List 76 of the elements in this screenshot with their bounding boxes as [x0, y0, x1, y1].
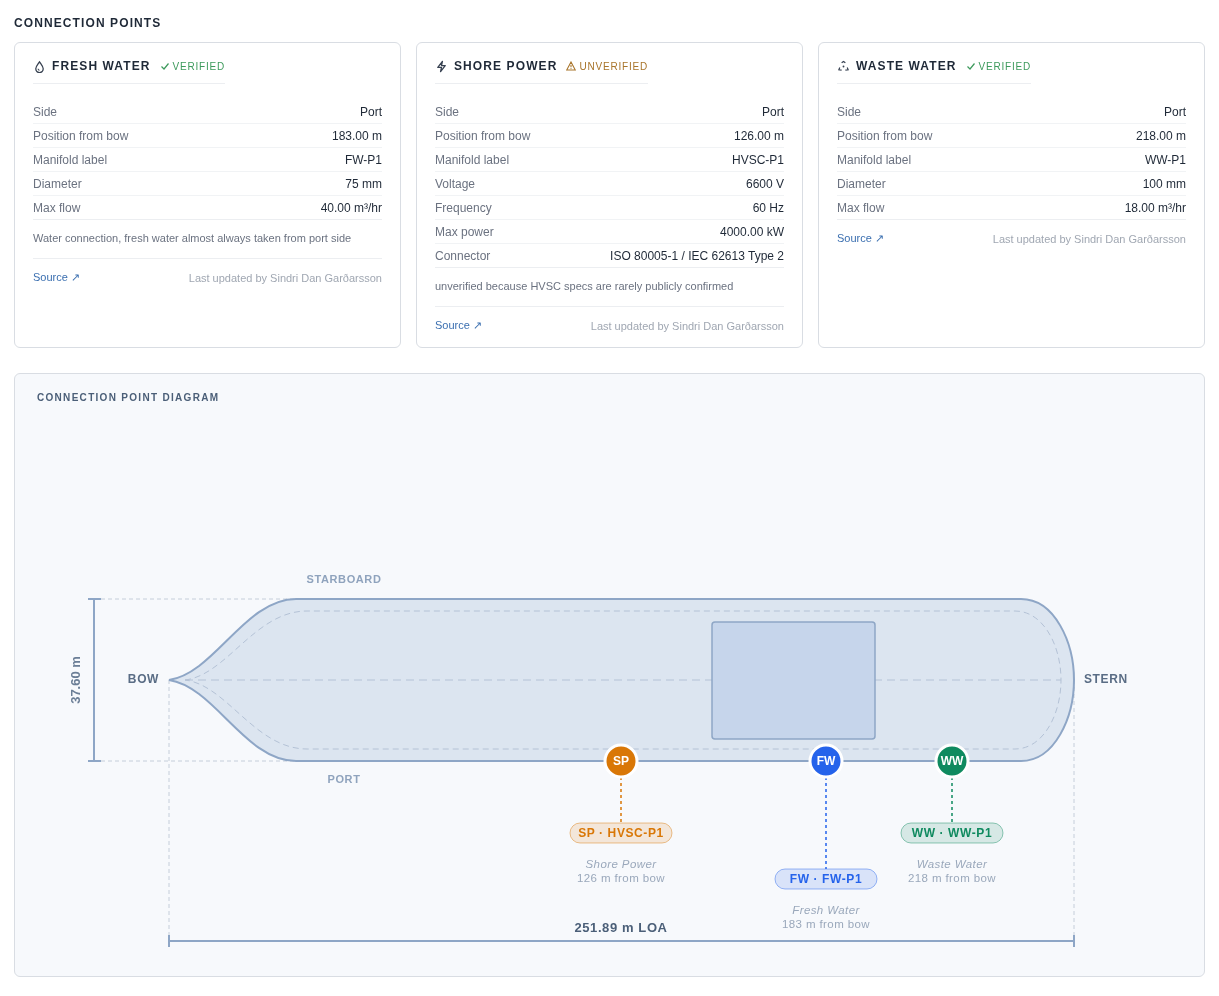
field-label: Position from bow — [837, 128, 933, 143]
check-icon — [159, 61, 170, 71]
field-value: 60 Hz — [752, 200, 784, 215]
leader-line — [951, 776, 953, 824]
field-label: Manifold label — [837, 152, 912, 167]
diagram-title: CONNECTION POINT DIAGRAM — [37, 392, 220, 403]
marker-caption: Shore Power — [585, 858, 657, 871]
card-title: WASTE WATER — [856, 59, 957, 73]
field-value: Port — [762, 104, 784, 119]
source-link[interactable]: Source ↗ — [837, 232, 884, 245]
connection-marker[interactable]: FW — [808, 743, 844, 779]
field-value: 218.00 m — [1135, 128, 1186, 143]
starboard-label: STARBOARD — [306, 572, 382, 585]
field-label: Side — [837, 104, 862, 119]
field-value: 75 mm — [345, 176, 382, 191]
verification-status-label: UNVERIFIED — [579, 60, 648, 72]
field-value: FW-P1 — [344, 152, 382, 167]
field-value: 126.00 m — [733, 128, 784, 143]
field-value: 18.00 m³/hr — [1124, 200, 1186, 215]
port-label: PORT — [327, 772, 361, 785]
card-title: FRESH WATER — [52, 59, 151, 73]
field-label: Diameter — [837, 176, 886, 191]
field-label: Diameter — [33, 176, 82, 191]
field-label: Position from bow — [435, 128, 531, 143]
field-value: ISO 80005-1 / IEC 62613 Type 2 — [610, 248, 784, 263]
note-text: Water connection, fresh water almost always taken from port side — [33, 220, 382, 259]
warning-icon — [566, 61, 577, 71]
length-label: 251.89 m LOA — [574, 920, 668, 936]
stern-label: STERN — [1084, 672, 1128, 687]
field-value: 4000.00 kW — [719, 224, 784, 239]
field-label: Position from bow — [33, 128, 129, 143]
field-value: Port — [1164, 104, 1186, 119]
recycle-icon — [837, 59, 850, 73]
last-updated-text: Last updated by Sindri Dan Garðarsson — [992, 232, 1186, 245]
field-label: Max flow — [837, 200, 885, 215]
field-value: 6600 V — [745, 176, 784, 191]
marker-caption: Waste Water — [916, 858, 988, 871]
marker-label: WW · WW-P1 — [900, 822, 1004, 844]
bow-label: BOW — [127, 672, 159, 687]
marker-distance: 126 m from bow — [576, 872, 666, 885]
source-link[interactable]: Source ↗ — [435, 319, 482, 332]
last-updated-text: Last updated by Sindri Dan Garðarsson — [188, 271, 382, 284]
verification-status-label: VERIFIED — [172, 60, 226, 72]
marker-label: SP · HVSC-P1 — [569, 822, 673, 844]
field-label: Manifold label — [435, 152, 510, 167]
section-title: CONNECTION POINTS — [14, 16, 163, 30]
field-label: Side — [33, 104, 58, 119]
beam-label: 37.60 m — [68, 656, 83, 704]
field-label: Max power — [435, 224, 494, 239]
field-label: Frequency — [435, 200, 492, 215]
water-drop-icon — [33, 59, 46, 73]
field-label: Side — [435, 104, 460, 119]
lightning-bolt-icon — [435, 59, 448, 73]
field-value: Port — [360, 104, 382, 119]
leader-line — [620, 776, 622, 824]
marker-distance: 183 m from bow — [781, 918, 871, 931]
note-text: unverified because HVSC specs are rarely publicly confirmed — [435, 268, 784, 307]
field-label: Connector — [435, 248, 491, 263]
marker-caption: Fresh Water — [792, 904, 860, 917]
field-value: 183.00 m — [331, 128, 382, 143]
connection-marker[interactable]: SP — [603, 743, 639, 779]
field-value: 40.00 m³/hr — [320, 200, 382, 215]
last-updated-text: Last updated by Sindri Dan Garðarsson — [590, 319, 784, 332]
card-title: SHORE POWER — [454, 59, 558, 73]
field-value: HVSC-P1 — [732, 152, 784, 167]
check-icon — [965, 61, 976, 71]
marker-label: FW · FW-P1 — [774, 868, 878, 890]
connection-marker[interactable]: WW — [934, 743, 970, 779]
field-value: WW-P1 — [1144, 152, 1186, 167]
verification-status-label: VERIFIED — [978, 60, 1032, 72]
field-label: Voltage — [435, 176, 476, 191]
field-value: 100 mm — [1142, 176, 1186, 191]
marker-distance: 218 m from bow — [907, 872, 997, 885]
source-link[interactable]: Source ↗ — [33, 271, 80, 284]
field-label: Manifold label — [33, 152, 108, 167]
field-label: Max flow — [33, 200, 81, 215]
